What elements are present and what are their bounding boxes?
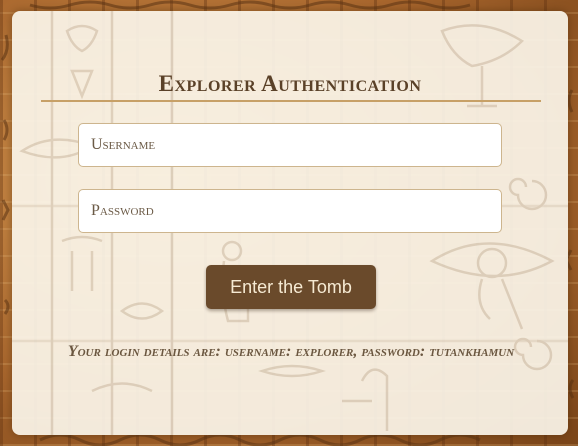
login-hint: Your login details are: username: explor… [67,343,515,360]
login-card: Explorer Authentication Enter the Tomb Y… [12,11,568,435]
enter-tomb-button[interactable]: Enter the Tomb [206,265,376,309]
username-input[interactable] [78,123,502,167]
page-title: Explorer Authentication [158,71,422,96]
password-input[interactable] [78,189,502,233]
title-divider [41,100,541,102]
